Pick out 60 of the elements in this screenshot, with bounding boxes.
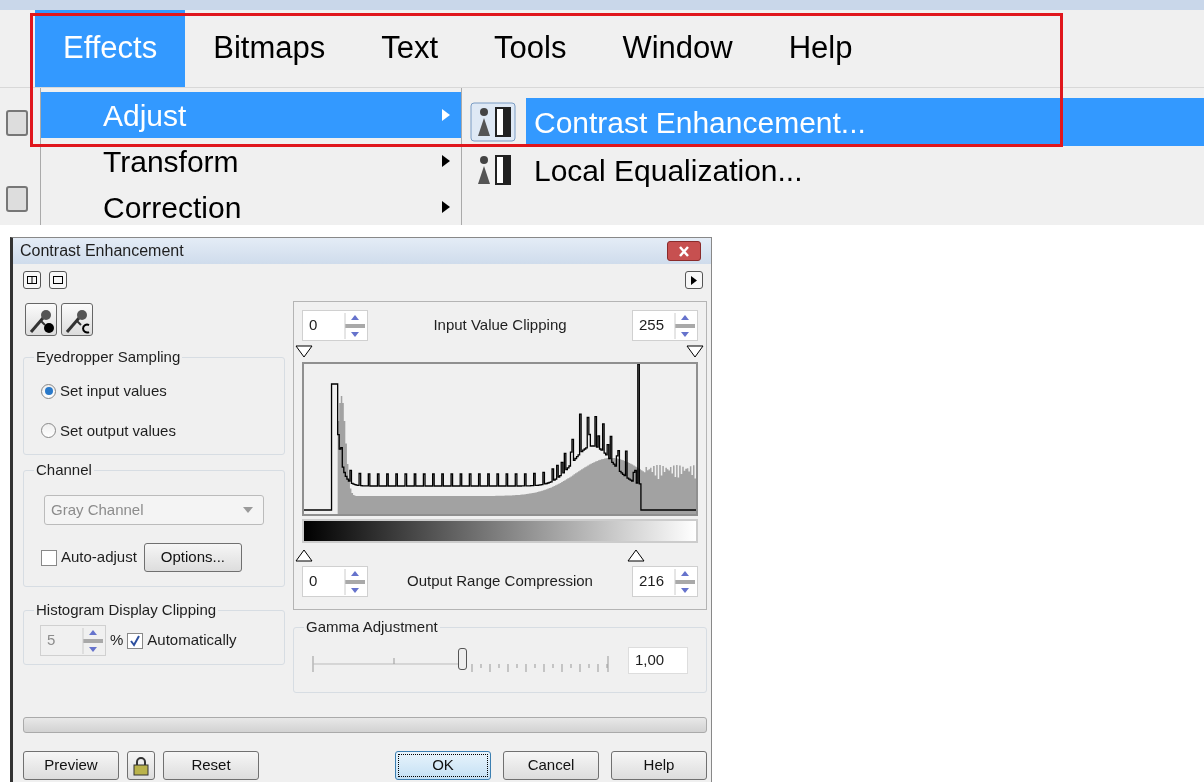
expand-button[interactable] (685, 271, 703, 289)
range-label: Output Range Compression (407, 571, 593, 592)
split-view-button[interactable] (23, 271, 41, 289)
close-button[interactable] (667, 241, 701, 261)
group-title: Gamma Adjustment (305, 618, 439, 636)
close-icon[interactable] (678, 245, 690, 257)
unit-label: % (110, 630, 124, 651)
marker-handle[interactable] (686, 345, 705, 358)
reset-button[interactable]: Reset (163, 751, 259, 780)
marker-handle[interactable] (626, 549, 645, 562)
lock-button[interactable] (127, 751, 155, 780)
dialog-button[interactable]: Help (611, 751, 707, 780)
marker-handle[interactable] (295, 345, 313, 358)
checkbox-label: Auto-adjust (61, 547, 137, 568)
triangle-right-icon[interactable] (691, 275, 697, 285)
dropdown-arrow-icon (243, 507, 253, 513)
spin-buttons[interactable] (673, 311, 697, 340)
menu-item[interactable]: Window (594, 10, 761, 87)
number-field[interactable]: 0 (302, 310, 368, 341)
menu-item[interactable]: Help (760, 10, 881, 87)
menu-item[interactable]: Bitmaps (185, 10, 354, 87)
split-view-icon[interactable] (27, 276, 37, 284)
checkbox[interactable] (41, 549, 57, 566)
menu-item[interactable]: Local Equalization... (526, 146, 811, 194)
number-field[interactable]: 255 (632, 310, 698, 341)
spin-buttons[interactable] (673, 567, 697, 596)
contrast-icon (470, 102, 516, 142)
radio-label: Set input values (60, 381, 167, 401)
toolbar-icon[interactable] (6, 186, 28, 212)
spin-buttons[interactable] (343, 311, 367, 340)
menu-item[interactable]: Transform (41, 138, 461, 184)
submenu-arrow-icon (442, 200, 451, 214)
gamma-value-field[interactable]: 1,00 (628, 646, 688, 674)
checkbox-label: Automatically (147, 630, 237, 651)
menu-item[interactable]: Text (353, 10, 467, 87)
spin-buttons[interactable] (343, 567, 367, 596)
submenu-arrow-icon (442, 108, 451, 122)
dialog-button[interactable]: Cancel (503, 751, 599, 780)
radio-button[interactable] (41, 383, 56, 399)
range-label: Input Value Clipping (433, 315, 567, 336)
marker-handle[interactable] (295, 549, 313, 562)
preview-button[interactable]: Preview (23, 751, 119, 780)
single-view-icon[interactable] (53, 276, 63, 284)
number-field[interactable]: 0 (302, 566, 368, 597)
group-title: Eyedropper Sampling (35, 348, 182, 366)
single-view-button[interactable] (49, 271, 67, 289)
number-field[interactable]: 216 (632, 566, 698, 597)
group-title: Histogram Display Clipping (35, 601, 218, 619)
lock-icon[interactable] (132, 755, 150, 776)
group-title: Channel (35, 461, 93, 479)
radio-label: Set output values (60, 420, 176, 441)
radio-button[interactable] (41, 423, 56, 439)
slider-thumb[interactable] (458, 648, 467, 670)
window-title: Contrast Enhancement (20, 241, 184, 261)
submenu-arrow-icon (442, 154, 451, 168)
options-button[interactable]: Options... (143, 543, 242, 572)
toolbar-icon[interactable] (6, 110, 28, 136)
menu-item[interactable]: Correction (41, 184, 461, 225)
menu-item[interactable]: Tools (466, 10, 595, 87)
dialog-button[interactable]: OK (395, 751, 491, 780)
